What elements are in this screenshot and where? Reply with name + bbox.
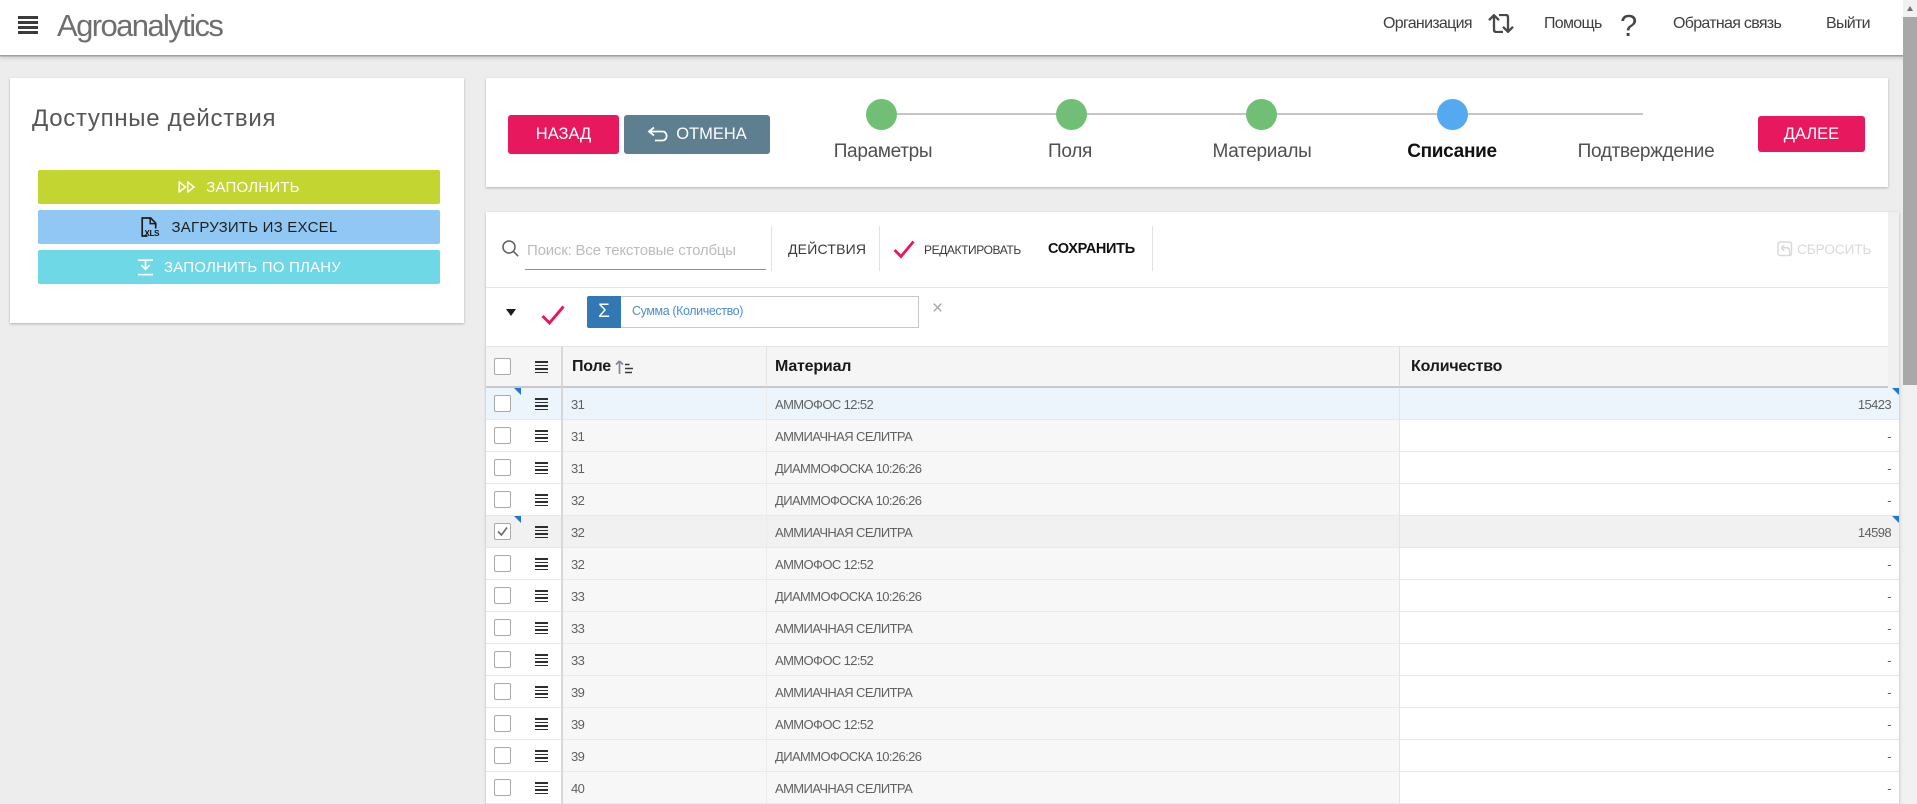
svg-text:XLS: XLS xyxy=(144,229,160,237)
